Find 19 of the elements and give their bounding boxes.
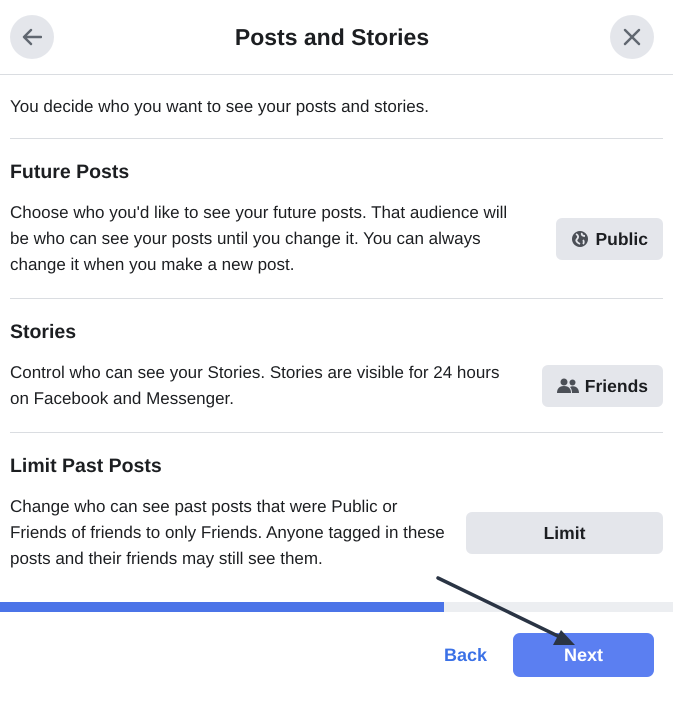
audience-button[interactable]: Public — [556, 218, 663, 260]
people-icon — [556, 378, 579, 394]
close-icon — [623, 28, 641, 46]
back-button[interactable] — [10, 15, 54, 59]
section-description: Choose who you'd like to see your future posts. That audience will be who can see your posts until you change it. You can always change it when you make a new post. — [10, 202, 508, 276]
section-heading: Future Posts — [10, 161, 130, 184]
back-link[interactable]: Back — [444, 644, 487, 666]
back-arrow-icon — [22, 28, 42, 46]
section-heading: Stories — [10, 321, 78, 344]
globe-icon — [571, 230, 590, 248]
section-description: Change who can see past posts that were Public or Friends of friends to only Friends. Anyone tagged in these posts and their friends may still see them. — [10, 496, 446, 570]
audience-button[interactable]: Limit — [466, 512, 663, 554]
section-heading: Limit Past Posts — [10, 455, 163, 478]
intro-text: You decide who you want to see your posts and stories. — [10, 75, 663, 139]
close-button[interactable] — [610, 15, 654, 59]
next-button[interactable]: Next — [513, 633, 654, 677]
dialog-title: Posts and Stories — [234, 24, 430, 50]
section-description: Control who can see your Stories. Stories are visible for 24 hours on Facebook and Messenger. — [10, 362, 500, 410]
audience-button[interactable]: Friends — [542, 365, 663, 407]
